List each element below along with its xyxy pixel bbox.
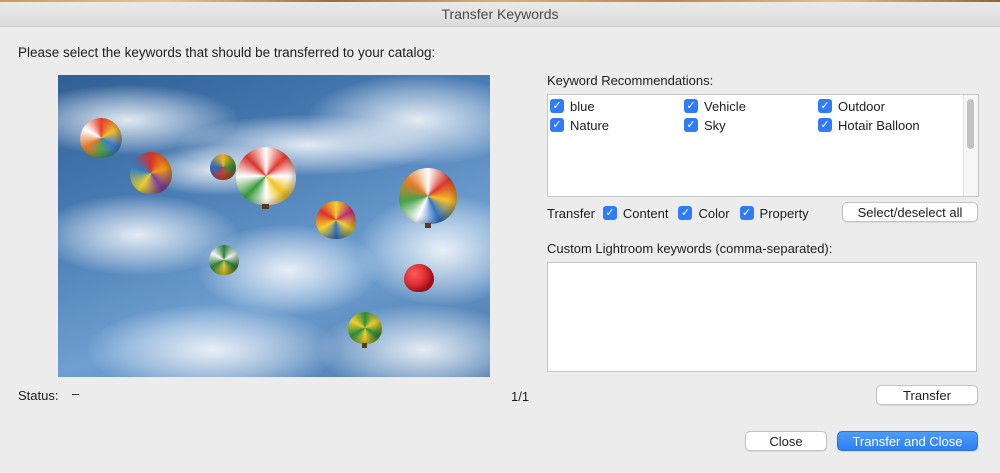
keyword-list-scrollbar[interactable] [963,95,978,196]
transfer-color-checkbox[interactable]: ✓ Color [678,205,730,221]
select-deselect-all-button[interactable]: Select/deselect all [842,202,978,222]
status-value: – [72,386,80,401]
transfer-and-close-button[interactable]: Transfer and Close [837,431,978,451]
keyword-checkbox-nature[interactable]: ✓ Nature [550,116,609,134]
custom-keywords-input[interactable] [547,262,977,372]
window-title: Transfer Keywords [0,2,1000,27]
checkmark-icon[interactable]: ✓ [602,206,617,220]
transfer-content-checkbox[interactable]: ✓ Content [602,205,669,221]
keyword-checkbox-sky[interactable]: ✓ Sky [684,116,726,134]
checkmark-icon[interactable]: ✓ [550,99,564,113]
instruction-text: Please select the keywords that should b… [18,45,436,60]
preview-photo [58,75,490,377]
keyword-checkbox-hotair-balloon[interactable]: ✓ Hotair Balloon [818,116,920,134]
transfer-property-checkbox[interactable]: ✓ Property [739,205,809,221]
status-label: Status: [18,388,59,403]
keyword-label: Sky [704,117,726,133]
keyword-label: blue [570,98,595,114]
scrollbar-thumb[interactable] [967,99,974,149]
checkmark-icon[interactable]: ✓ [818,99,832,113]
transfer-label: Transfer [547,205,595,221]
checkmark-icon[interactable]: ✓ [818,118,832,132]
transfer-button[interactable]: Transfer [876,385,978,405]
transfer-options: Transfer ✓ Content ✓ Color ✓ Property [547,203,819,223]
checkmark-icon[interactable]: ✓ [550,118,564,132]
image-counter: 1/1 [511,389,530,404]
checkmark-icon[interactable]: ✓ [678,206,693,220]
keyword-label: Vehicle [704,98,746,114]
keyword-recommendations-label: Keyword Recommendations: [547,73,714,88]
transfer-color-label: Color [698,205,730,221]
keyword-checkbox-blue[interactable]: ✓ blue [550,97,595,115]
transfer-property-label: Property [759,205,809,221]
close-button[interactable]: Close [745,431,827,451]
checkmark-icon[interactable]: ✓ [739,206,754,220]
keyword-label: Hotair Balloon [838,117,920,133]
transfer-content-label: Content [622,205,669,221]
keyword-checkbox-vehicle[interactable]: ✓ Vehicle [684,97,746,115]
keyword-label: Nature [570,117,610,133]
keyword-label: Outdoor [838,98,885,114]
keyword-recommendations-list[interactable]: ✓ blue ✓ Vehicle ✓ Outdoor ✓ Nature ✓ Sk… [547,94,979,197]
checkmark-icon[interactable]: ✓ [684,99,698,113]
custom-keywords-label: Custom Lightroom keywords (comma-separat… [547,241,833,256]
checkmark-icon[interactable]: ✓ [684,118,698,132]
keyword-checkbox-outdoor[interactable]: ✓ Outdoor [818,97,885,115]
